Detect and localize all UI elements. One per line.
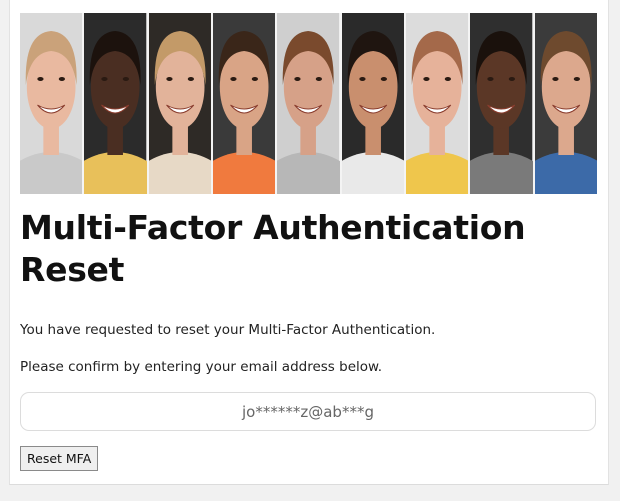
banner-photo-collage [20, 13, 597, 194]
portrait-photo [534, 13, 597, 194]
portrait-photo [148, 13, 213, 194]
intro-text: You have requested to reset your Multi-F… [20, 322, 436, 338]
portrait-photo [341, 13, 406, 194]
instruction-text: Please confirm by entering your email ad… [20, 359, 383, 375]
reset-mfa-button[interactable]: Reset MFA [20, 446, 99, 471]
portrait-photo [470, 13, 535, 194]
portrait-photo [405, 13, 471, 194]
portrait-photo [212, 13, 278, 194]
email-field[interactable] [20, 392, 596, 431]
portrait-photo [277, 13, 342, 194]
portrait-photo [84, 13, 149, 194]
page-title: Multi-Factor Authentication Reset [20, 208, 526, 289]
mfa-reset-card: Multi-Factor Authentication Reset You ha… [9, 0, 609, 485]
portrait-photo [20, 13, 85, 194]
